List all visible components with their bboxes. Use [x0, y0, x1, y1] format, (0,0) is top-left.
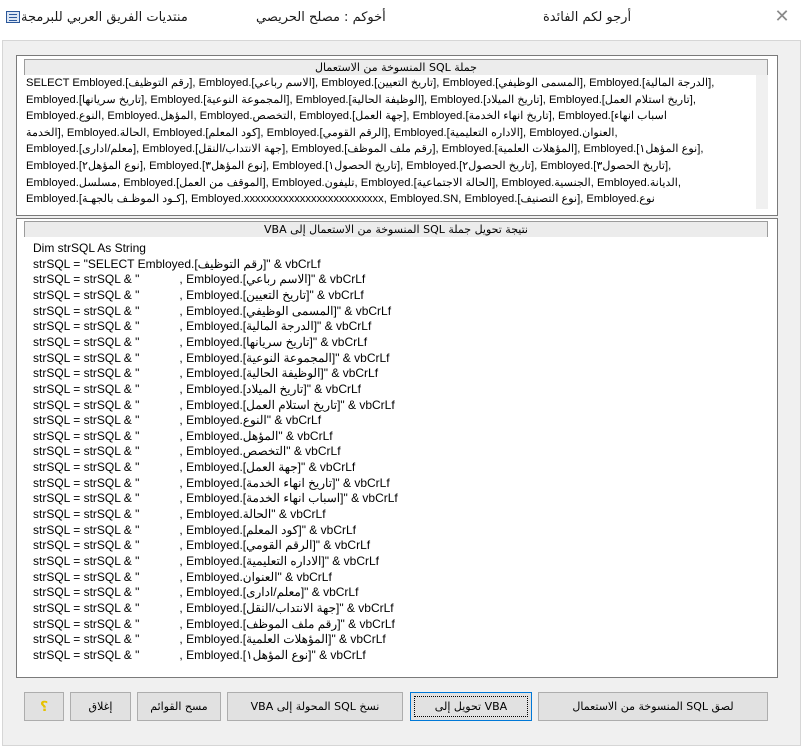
vba-code-line[interactable]: strSQL = strSQL & " , Embloyed.[رقم ملف … — [33, 617, 395, 632]
vba-code-line[interactable]: strSQL = strSQL & " , Embloyed.[نوع المؤ… — [33, 648, 366, 663]
title-wish: أرجو لكم الفائدة — [543, 10, 632, 25]
vba-code-line[interactable]: strSQL = strSQL & " , Embloyed.التخصص" &… — [33, 444, 341, 459]
convert-to-vba-button[interactable]: تحويل إلى VBA — [410, 692, 532, 721]
vba-code-line[interactable]: strSQL = strSQL & " , Embloyed.[تاريخ اس… — [33, 398, 395, 413]
vba-code-line[interactable]: strSQL = strSQL & " , Embloyed.[جهة العم… — [33, 460, 355, 475]
vba-code-line[interactable]: strSQL = strSQL & " , Embloyed.[تاريخ سر… — [33, 335, 367, 350]
vba-code-line[interactable]: strSQL = strSQL & " , Embloyed.[الرقم ال… — [33, 538, 370, 553]
title-bar: منتديات الفريق العربي للبرمجة أخوكم : مص… — [0, 0, 803, 39]
vba-code-line[interactable]: strSQL = strSQL & " , Embloyed.[الاداره … — [33, 554, 379, 569]
vba-listbox[interactable]: Dim strSQL As String strSQL = "SELECT Emb… — [24, 237, 768, 672]
sql-text-line: SELECT Embloyed.[رقم التوظيف], Embloyed.… — [26, 77, 715, 89]
vba-code-line[interactable]: strSQL = strSQL & " , Embloyed.[الوظيفة … — [33, 366, 378, 381]
help-icon: ؟ — [39, 699, 49, 715]
vba-code-line[interactable]: strSQL = strSQL & " , Embloyed.[المجموعة… — [33, 351, 389, 366]
close-window-icon[interactable]: ✕ — [771, 6, 793, 28]
copy-vba-button[interactable]: نسخ SQL المحولة إلى VBA — [227, 692, 403, 721]
sql-scrollbar[interactable] — [756, 75, 768, 209]
sql-text-line: الخدمة], Embloyed.الحالة, Embloyed.[كود … — [26, 126, 618, 139]
vba-code-line[interactable]: strSQL = strSQL & " , Embloyed.[تاريخ ان… — [33, 476, 390, 491]
vba-code-line[interactable]: strSQL = strSQL & " , Embloyed.العنوان" … — [33, 570, 332, 585]
form-icon — [6, 11, 20, 23]
vba-caption: نتيجة تحويل جملة SQL المنسوخة من الاستعم… — [24, 221, 768, 238]
vba-code-line[interactable]: strSQL = strSQL & " , Embloyed.[الاسم رب… — [33, 272, 365, 287]
sql-text-line: Embloyed.[معلم/ادارى], Embloyed.[جهة الا… — [26, 143, 704, 156]
vba-code-line[interactable]: strSQL = strSQL & " , Embloyed.[معلم/ادا… — [33, 585, 358, 600]
title-author: أخوكم : مصلح الحريصي — [256, 10, 386, 25]
vba-code-line[interactable]: strSQL = strSQL & " , Embloyed.[تاريخ ال… — [33, 382, 361, 397]
vba-code-line[interactable]: strSQL = strSQL & " , Embloyed.[الدرجة ا… — [33, 319, 371, 334]
vba-code-line[interactable]: strSQL = "SELECT Embloyed.[رقم التوظيف]"… — [33, 257, 321, 272]
vba-code-line[interactable]: strSQL = strSQL & " , Embloyed.[كود المع… — [33, 523, 356, 538]
sql-text-line: Embloyed.[تاريخ سريانها], Embloyed.[المج… — [26, 93, 696, 106]
vba-code-line[interactable]: strSQL = strSQL & " , Embloyed.[تاريخ ال… — [33, 288, 364, 303]
clear-lists-button[interactable]: مسح القوائم — [137, 692, 221, 721]
sql-text-line: Embloyed.[كـود الموظـف بالجهـة], Embloye… — [26, 193, 655, 206]
vba-code-line[interactable]: strSQL = strSQL & " , Embloyed.[المؤهلات… — [33, 632, 386, 647]
vba-code-line[interactable]: Dim strSQL As String — [33, 241, 146, 256]
sql-textbox[interactable]: SELECT Embloyed.[رقم التوظيف], Embloyed.… — [24, 75, 768, 209]
vba-code-line[interactable]: strSQL = strSQL & " , Embloyed.المؤهل" &… — [33, 429, 333, 444]
vba-code-line[interactable]: strSQL = strSQL & " , Embloyed.[المسمى ا… — [33, 304, 391, 319]
close-button[interactable]: إغلاق — [70, 692, 131, 721]
help-button[interactable]: ؟ — [24, 692, 64, 721]
vba-code-line[interactable]: strSQL = strSQL & " , Embloyed.[جهة الان… — [33, 601, 394, 616]
title-forum-name: منتديات الفريق العربي للبرمجة — [21, 10, 188, 25]
sql-text-line: Embloyed.مسلسل, Embloyed.[الموقف من العم… — [26, 176, 681, 189]
convert-to-vba-label: تحويل إلى VBA — [434, 700, 508, 713]
vba-code-line[interactable]: strSQL = strSQL & " , Embloyed.الحالة" &… — [33, 507, 326, 522]
vba-code-line[interactable]: strSQL = strSQL & " , Embloyed.[اسباب ان… — [33, 491, 398, 506]
vba-code-line[interactable]: strSQL = strSQL & " , Embloyed.النوع" & … — [33, 413, 321, 428]
sql-caption: جملة SQL المنسوخة من الاستعمال — [24, 59, 768, 76]
sql-text-line: Embloyed.النوع, Embloyed.المؤهل, Embloye… — [26, 110, 667, 123]
paste-sql-button[interactable]: لصق SQL المنسوخة من الاستعمال — [538, 692, 768, 721]
sql-text-line: Embloyed.[نوع المؤهل٢], Embloyed.[نوع ال… — [26, 159, 672, 172]
